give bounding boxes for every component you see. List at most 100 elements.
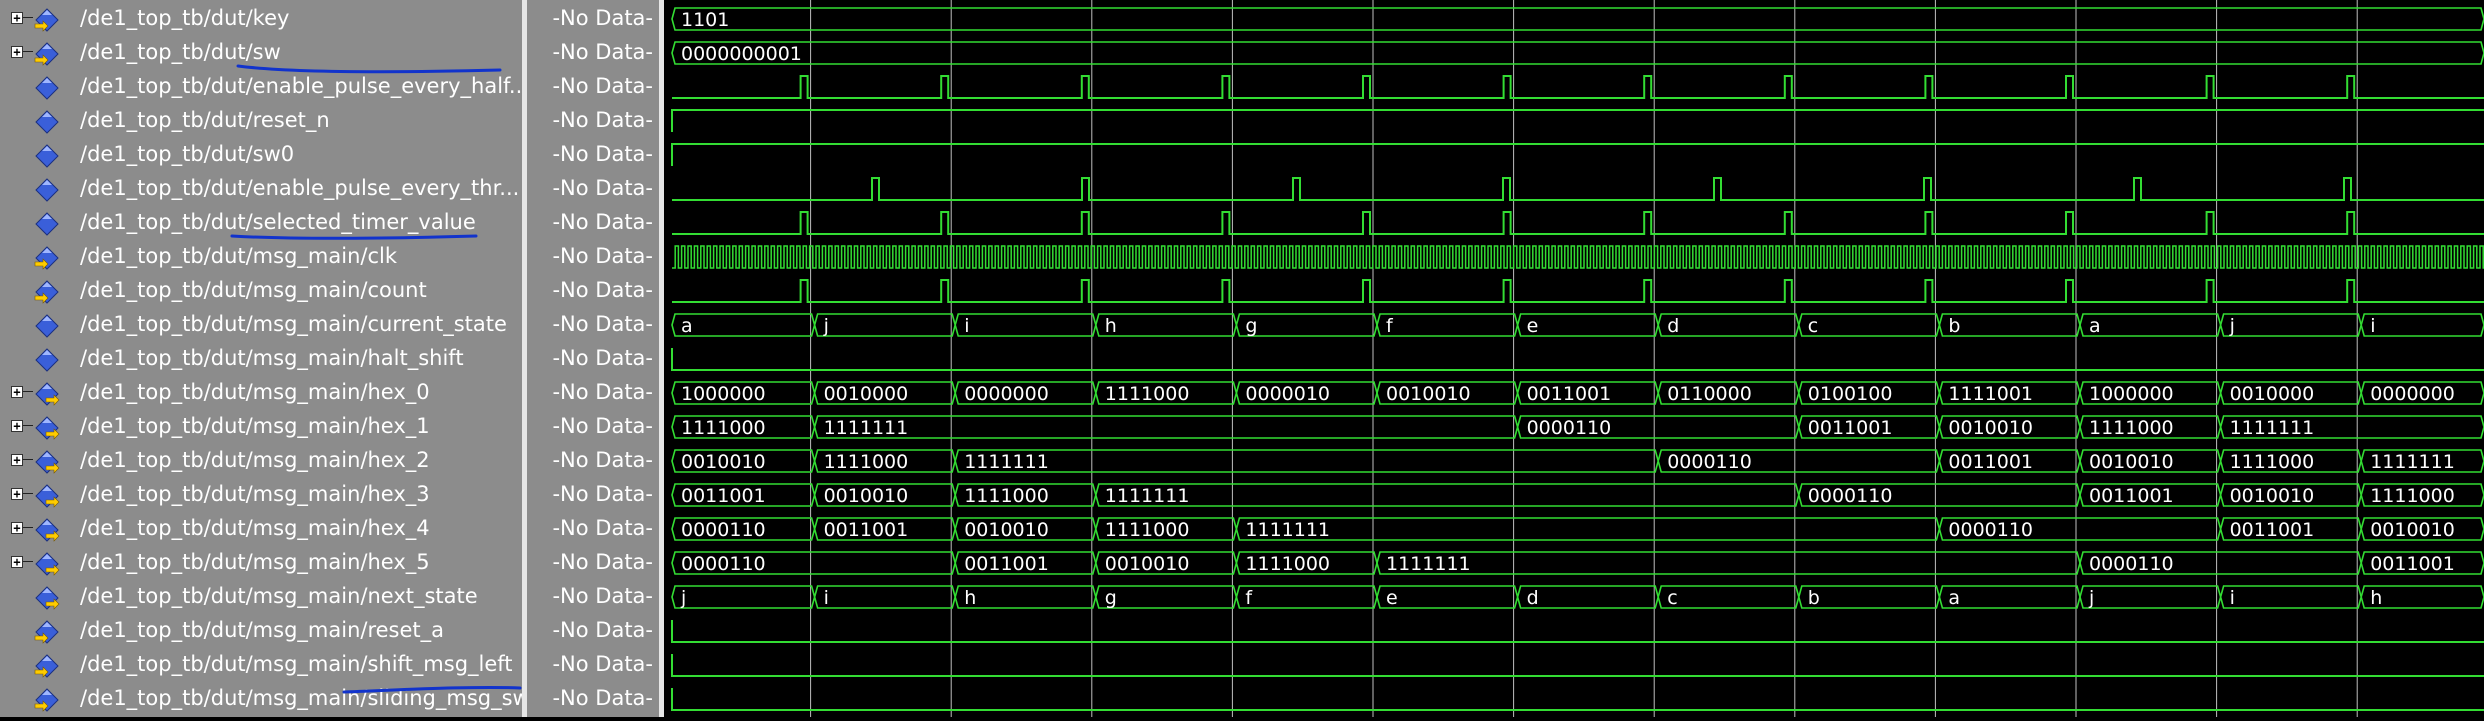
wave-bus[interactable]: 1101 — [671, 7, 2484, 31]
value-row[interactable]: -No Data- — [527, 376, 659, 410]
bus-segment — [1657, 585, 1800, 609]
wave-clock[interactable] — [672, 245, 2484, 269]
wave-pulse[interactable] — [672, 279, 2484, 303]
wave-low[interactable] — [671, 654, 2484, 677]
wave-bus[interactable]: 0000000001 — [671, 41, 2484, 65]
expand-plus-icon[interactable]: + — [11, 386, 23, 398]
value-row[interactable]: -No Data- — [527, 682, 659, 716]
signal-name[interactable]: /de1_top_tb/dut/msg_main/hex_4 — [80, 516, 430, 540]
wave-bus[interactable]: jihgfedcbajih — [671, 585, 2484, 609]
wave-bus[interactable]: 0000110 0011001 0010010 1111000 1111111 00001… — [671, 517, 2484, 541]
value-row[interactable]: -No Data- — [527, 240, 659, 274]
signal-row[interactable]: /de1_top_tb/dut/msg_main/shift_msg_left — [0, 648, 522, 682]
signal-row[interactable]: + /de1_top_tb/dut/msg_main/hex_4 — [0, 512, 522, 546]
waveform-canvas[interactable]: 1101 0000000001 a j i h g f e d c b a j i 1000000 001000… — [664, 0, 2484, 717]
signal-name[interactable]: /de1_top_tb/dut/sw0 — [80, 142, 294, 166]
value-row[interactable]: -No Data- — [527, 410, 659, 444]
signal-name[interactable]: /de1_top_tb/dut/msg_main/halt_shift — [80, 346, 464, 370]
expand-plus-icon[interactable]: + — [11, 454, 23, 466]
signal-name[interactable]: /de1_top_tb/dut/key — [80, 6, 289, 30]
signal-name[interactable]: /de1_top_tb/dut/msg_main/shift_msg_left — [80, 652, 513, 676]
signal-name[interactable]: /de1_top_tb/dut/reset_n — [80, 108, 330, 132]
signal-name[interactable]: /de1_top_tb/dut/msg_main/hex_2 — [80, 448, 430, 472]
signal-name[interactable]: /de1_top_tb/dut/msg_main/sliding_msg_sw — [80, 686, 530, 710]
value-row[interactable]: -No Data- — [527, 308, 659, 342]
wave-bus[interactable]: ajihgfedcbaji — [671, 313, 2484, 337]
value-row[interactable]: -No Data- — [527, 546, 659, 580]
signal-value: -No Data- — [552, 210, 653, 234]
value-row[interactable]: -No Data- — [527, 444, 659, 478]
expand-plus-icon[interactable]: + — [11, 556, 23, 568]
signal-row[interactable]: + /de1_top_tb/dut/key — [0, 2, 522, 36]
signal-name[interactable]: /de1_top_tb/dut/msg_main/hex_5 — [80, 550, 430, 574]
wave-low[interactable] — [671, 688, 2484, 711]
wave-pulse[interactable] — [672, 211, 2484, 235]
waveform-panel[interactable]: 1101 0000000001 a j i h g f e d c b a j i 1000000 001000… — [664, 0, 2484, 717]
value-row[interactable]: -No Data- — [527, 614, 659, 648]
signal-row[interactable]: + /de1_top_tb/dut/msg_main/hex_0 — [0, 376, 522, 410]
signal-row[interactable]: /de1_top_tb/dut/selected_timer_value — [0, 206, 522, 240]
signal-name[interactable]: /de1_top_tb/dut/enable_pulse_every_thr..… — [80, 176, 519, 200]
signal-name[interactable]: /de1_top_tb/dut/msg_main/hex_0 — [80, 380, 430, 404]
value-row[interactable]: -No Data- — [527, 648, 659, 682]
signal-name[interactable]: /de1_top_tb/dut/msg_main/reset_a — [80, 618, 444, 642]
value-row[interactable]: -No Data- — [527, 206, 659, 240]
signal-row[interactable]: + /de1_top_tb/dut/msg_main/hex_3 — [0, 478, 522, 512]
bus-value-label: i — [2230, 587, 2235, 609]
wave-low[interactable] — [671, 348, 2484, 371]
wave-bus[interactable]: 0000110 0011001 0010010 1111000 1111111 00001… — [671, 551, 2484, 575]
wave-high[interactable] — [671, 143, 2484, 166]
value-row[interactable]: -No Data- — [527, 580, 659, 614]
wave-pulse[interactable] — [672, 75, 2484, 99]
signal-row[interactable]: /de1_top_tb/dut/enable_pulse_every_half.… — [0, 70, 529, 104]
value-row[interactable]: -No Data- — [527, 138, 659, 172]
signal-name[interactable]: /de1_top_tb/dut/msg_main/hex_1 — [80, 414, 430, 438]
wave-high[interactable] — [671, 109, 2484, 132]
signal-row[interactable]: /de1_top_tb/dut/msg_main/reset_a — [0, 614, 522, 648]
value-row[interactable]: -No Data- — [527, 104, 659, 138]
signal-row[interactable]: /de1_top_tb/dut/msg_main/sliding_msg_sw — [0, 682, 530, 716]
wave-pulse[interactable] — [672, 177, 2484, 201]
signal-diamond-icon — [34, 211, 60, 237]
signal-name[interactable]: /de1_top_tb/dut/msg_main/count — [80, 278, 427, 302]
signal-name[interactable]: /de1_top_tb/dut/msg_main/next_state — [80, 584, 478, 608]
signal-name[interactable]: /de1_top_tb/dut/enable_pulse_every_half.… — [80, 74, 529, 98]
expand-plus-icon[interactable]: + — [11, 522, 23, 534]
expand-plus-icon[interactable]: + — [11, 12, 23, 24]
signal-row[interactable]: /de1_top_tb/dut/reset_n — [0, 104, 522, 138]
signal-name[interactable]: /de1_top_tb/dut/selected_timer_value — [80, 210, 476, 234]
signal-name[interactable]: /de1_top_tb/dut/msg_main/current_state — [80, 312, 507, 336]
signal-name[interactable]: /de1_top_tb/dut/msg_main/hex_3 — [80, 482, 430, 506]
value-row[interactable]: -No Data- — [527, 342, 659, 376]
value-row[interactable]: -No Data- — [527, 172, 659, 206]
signal-row[interactable]: + /de1_top_tb/dut/msg_main/hex_5 — [0, 546, 522, 580]
signal-row[interactable]: /de1_top_tb/dut/msg_main/clk — [0, 240, 522, 274]
bus-value-label: 1111001 — [1948, 383, 2033, 405]
wave-bus[interactable]: 1111000 1111111 0000110 0011001 0010010 11110… — [671, 415, 2484, 439]
signal-row[interactable]: + /de1_top_tb/dut/msg_main/hex_2 — [0, 444, 522, 478]
value-row[interactable]: -No Data- — [527, 478, 659, 512]
value-row[interactable]: -No Data- — [527, 70, 659, 104]
signal-row[interactable]: + /de1_top_tb/dut/sw — [0, 36, 522, 70]
signal-name[interactable]: /de1_top_tb/dut/msg_main/clk — [80, 244, 397, 268]
signal-row[interactable]: /de1_top_tb/dut/enable_pulse_every_thr..… — [0, 172, 522, 206]
value-row[interactable]: -No Data- — [527, 274, 659, 308]
signal-row[interactable]: /de1_top_tb/dut/msg_main/next_state — [0, 580, 522, 614]
value-row[interactable]: -No Data- — [527, 512, 659, 546]
signal-row[interactable]: + /de1_top_tb/dut/msg_main/hex_1 — [0, 410, 522, 444]
input-signal-icon — [34, 245, 60, 271]
wave-bus[interactable]: 1000000 0010000 0000000 1111000 0000010 00100… — [671, 381, 2484, 405]
wave-low[interactable] — [671, 620, 2484, 643]
value-row[interactable]: -No Data- — [527, 2, 659, 36]
signal-row[interactable]: /de1_top_tb/dut/sw0 — [0, 138, 522, 172]
signal-row[interactable]: /de1_top_tb/dut/msg_main/halt_shift — [0, 342, 522, 376]
value-row[interactable]: -No Data- — [527, 36, 659, 70]
expand-plus-icon[interactable]: + — [11, 488, 23, 500]
signal-name[interactable]: /de1_top_tb/dut/sw — [80, 40, 281, 64]
signal-row[interactable]: /de1_top_tb/dut/msg_main/current_state — [0, 308, 522, 342]
expand-plus-icon[interactable]: + — [11, 420, 23, 432]
expand-plus-icon[interactable]: + — [11, 46, 23, 58]
signal-row[interactable]: /de1_top_tb/dut/msg_main/count — [0, 274, 522, 308]
wave-bus[interactable]: 0011001 0010010 1111000 1111111 0000110 00110… — [671, 483, 2484, 507]
wave-bus[interactable]: 0010010 1111000 1111111 0000110 0011001 00100… — [671, 449, 2484, 473]
